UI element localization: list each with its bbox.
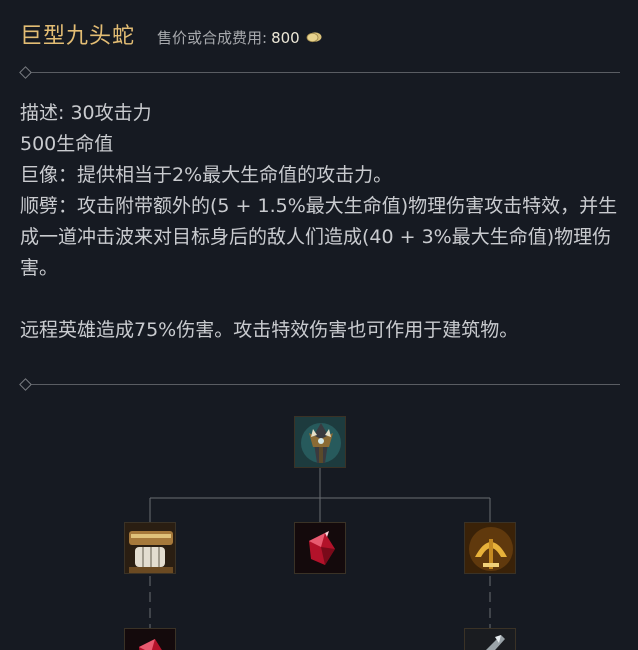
stat-health-line: 500生命值 <box>20 133 114 155</box>
cost-value: 800 <box>271 29 300 47</box>
gauntlet-component-icon[interactable] <box>124 522 176 574</box>
gold-blade-component-icon[interactable] <box>464 522 516 574</box>
ruby-crystal-sub-icon[interactable] <box>124 628 176 650</box>
passive-cleave: 顺劈：攻击附带额外的(5 + 1.5%最大生命值)物理伤害攻击特效，并生成一道冲… <box>20 195 618 279</box>
passive-colossus: 巨像：提供相当于2%最大生命值的攻击力。 <box>20 164 393 186</box>
ruby-crystal-icon[interactable] <box>294 522 346 574</box>
gold-coin-icon <box>306 28 322 43</box>
blade-sub-icon[interactable] <box>464 628 516 650</box>
item-tooltip-panel: 巨型九头蛇 售价或合成费用: 800 描述: 30攻击力 500生命值 巨像：提… <box>0 0 638 650</box>
recipe-divider <box>19 378 620 391</box>
item-header: 巨型九头蛇 售价或合成费用: 800 <box>20 18 322 52</box>
item-name: 巨型九头蛇 <box>20 24 136 49</box>
header-divider <box>19 66 620 79</box>
titanic-hydra-icon[interactable] <box>294 416 346 468</box>
ranged-note: 远程英雄造成75%伤害。攻击特效伤害也可作用于建筑物。 <box>20 319 519 341</box>
recipe-tree <box>0 400 638 650</box>
cost-label: 售价或合成费用: <box>157 29 268 47</box>
stat-attack-line: 描述: 30攻击力 <box>20 102 152 124</box>
item-description: 描述: 30攻击力 500生命值 巨像：提供相当于2%最大生命值的攻击力。 顺劈… <box>20 98 620 346</box>
